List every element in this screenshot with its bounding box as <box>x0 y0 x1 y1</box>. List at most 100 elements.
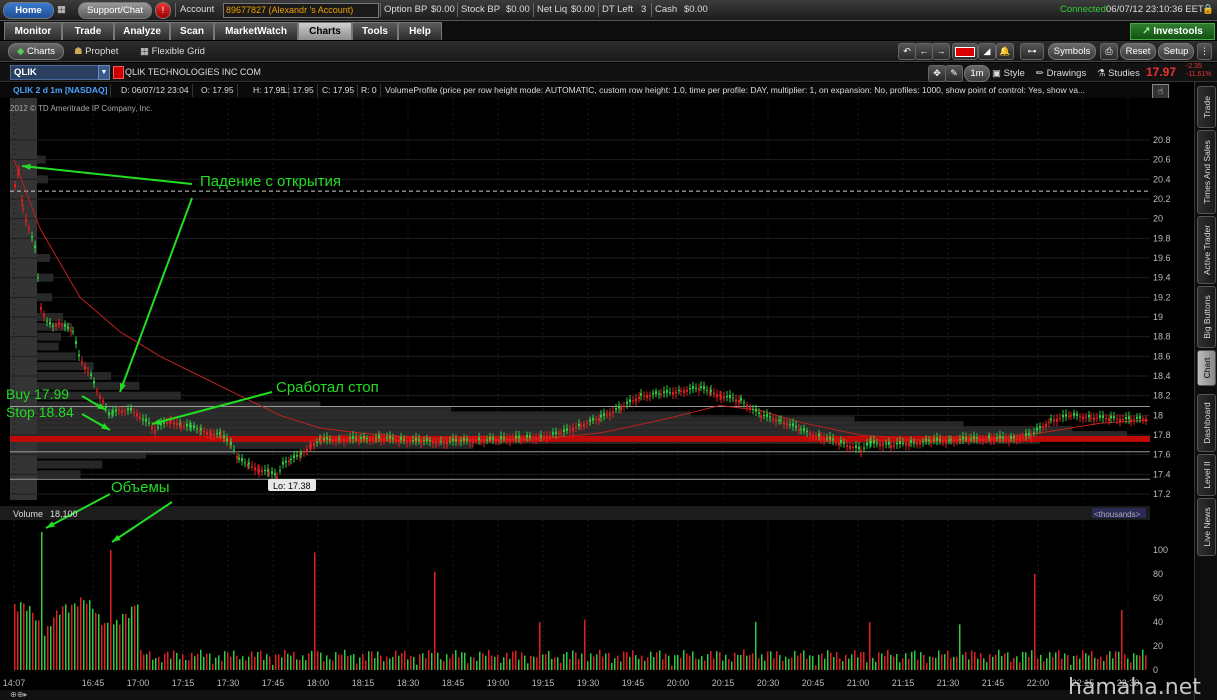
volume-bar <box>866 662 868 670</box>
volume-bar <box>767 651 769 670</box>
account-selector[interactable]: 89677827 (Alexandr 's Account) <box>223 3 379 18</box>
symbol-dropdown-icon[interactable]: ▼ <box>98 65 110 80</box>
volume-bar <box>482 653 484 670</box>
volume-tick: 60 <box>1153 593 1163 603</box>
connection-status: Connected <box>1060 4 1106 15</box>
candle-body <box>523 437 525 439</box>
tab-monitor[interactable]: Monitor <box>4 22 62 40</box>
volume-bar <box>413 656 415 670</box>
candle-body <box>780 419 782 421</box>
volume-bar <box>398 655 400 670</box>
candle-body <box>866 442 868 446</box>
sidebar-tab-trade[interactable]: Trade <box>1197 86 1216 128</box>
alert-icon[interactable]: ! <box>155 2 171 19</box>
charts-subtab[interactable]: ◆ Charts <box>8 43 64 60</box>
home-button[interactable]: Home <box>3 2 54 19</box>
volume-bar <box>92 608 94 670</box>
candle-body <box>375 437 377 439</box>
volume-bar <box>317 651 319 670</box>
back-icon[interactable]: ← <box>915 43 933 60</box>
price-chart[interactable]: 20.2818.0917.9517.7617.35 20.820.620.420… <box>0 98 1194 690</box>
candle-body <box>316 441 318 443</box>
drawings-menu[interactable]: ✏ Drawings <box>1036 67 1086 80</box>
tab-analyze[interactable]: Analyze <box>114 22 170 40</box>
support-chat-button[interactable]: Support/Chat <box>78 2 152 19</box>
tab-scan[interactable]: Scan <box>170 22 214 40</box>
volume-bar <box>104 622 106 670</box>
candle-body <box>486 439 488 441</box>
candle-body <box>136 413 138 417</box>
volume-bar <box>488 649 490 670</box>
zoom-controls-icon[interactable]: ⊕⊕▸ <box>10 690 27 699</box>
time-tick: 20:30 <box>757 678 780 688</box>
tab-tools[interactable]: Tools <box>352 22 398 40</box>
wrench-icon[interactable]: ✎ <box>945 65 963 82</box>
candle-body <box>789 424 791 426</box>
symbol-input[interactable]: QLIK <box>10 65 101 80</box>
forward-icon[interactable]: → <box>932 43 950 60</box>
candle-body <box>1016 437 1018 440</box>
investools-button[interactable]: ↗ Investools <box>1130 23 1215 40</box>
volume-bar <box>527 663 529 670</box>
sidebar-tab-live-news[interactable]: Live News <box>1197 498 1216 556</box>
tab-help[interactable]: Help <box>398 22 442 40</box>
symbols-button[interactable]: Symbols <box>1048 43 1096 60</box>
undo-icon[interactable]: ↶ <box>898 43 916 60</box>
sidebar-tab-times-and-sales[interactable]: Times And Sales <box>1197 130 1216 214</box>
bell-icon[interactable]: 🔔 <box>996 43 1014 60</box>
volume-bar <box>863 652 865 670</box>
candle-body <box>689 387 691 390</box>
candle-body <box>1090 417 1092 419</box>
setup-button[interactable]: Setup <box>1158 43 1194 60</box>
volume-bar <box>626 652 628 670</box>
grid-icon[interactable]: ▦ <box>57 3 66 17</box>
pencil-icon: ✏ <box>1036 68 1047 79</box>
cursor-icon[interactable]: ☝ <box>1152 84 1169 99</box>
candle-body <box>1093 417 1095 421</box>
sidebar-tab-big-buttons[interactable]: Big Buttons <box>1197 286 1216 348</box>
tab-charts[interactable]: Charts <box>298 22 352 40</box>
ruler-icon[interactable]: ◢ <box>978 43 996 60</box>
print-icon[interactable]: ⎙ <box>1100 43 1118 60</box>
candle-body <box>948 439 950 441</box>
volume-bar <box>125 613 127 670</box>
candle-body <box>1010 436 1012 439</box>
sidebar-tab-active-trader[interactable]: Active Trader <box>1197 216 1216 284</box>
bottom-controls: ⊕⊕▸ <box>0 690 1194 700</box>
prophet-subtab[interactable]: ☗ Prophet <box>74 45 118 58</box>
profile-bar <box>37 352 77 361</box>
volume-bar <box>212 663 214 670</box>
candle-body <box>313 443 315 447</box>
profile-bar <box>37 254 51 262</box>
candle-body <box>264 469 266 472</box>
candle-body <box>720 395 722 399</box>
link-icon[interactable]: ⊶ <box>1020 43 1044 60</box>
tab-trade[interactable]: Trade <box>62 22 114 40</box>
candle-body <box>282 461 284 465</box>
volume-bar <box>746 655 748 670</box>
studies-menu[interactable]: ⚗ Studies <box>1097 67 1140 80</box>
sidebar-tab-dashboard[interactable]: Dashboard <box>1197 394 1216 452</box>
style-menu[interactable]: ▣ Style <box>992 67 1025 80</box>
candle-body <box>261 470 263 473</box>
sidebar-tab-level-ii[interactable]: Level II <box>1197 454 1216 496</box>
lock-icon[interactable]: 🔒 <box>1202 3 1214 17</box>
tab-marketwatch[interactable]: MarketWatch <box>214 22 298 40</box>
more-icon[interactable]: ⋮ <box>1197 43 1212 60</box>
candle-body <box>335 439 337 442</box>
flexible-grid-subtab[interactable]: ▦ Flexible Grid <box>140 45 205 58</box>
chart-symbol-info[interactable]: QLIK 2 d 1m [NASDAQ] <box>10 84 112 97</box>
candle-body <box>389 435 391 439</box>
candle-body <box>962 436 964 440</box>
volume-bar <box>401 652 403 670</box>
sidebar-tab-chart[interactable]: Chart <box>1197 350 1216 386</box>
volume-bar <box>659 650 661 670</box>
color-picker-icon[interactable] <box>952 43 978 60</box>
period-selector[interactable]: 1m <box>964 65 990 82</box>
candle-body <box>115 409 117 412</box>
volume-bar <box>1058 650 1060 670</box>
crosshair-icon[interactable]: ✥ <box>928 65 946 82</box>
candle-body <box>658 393 660 395</box>
candle-body <box>703 386 705 389</box>
reset-button[interactable]: Reset <box>1120 43 1156 60</box>
